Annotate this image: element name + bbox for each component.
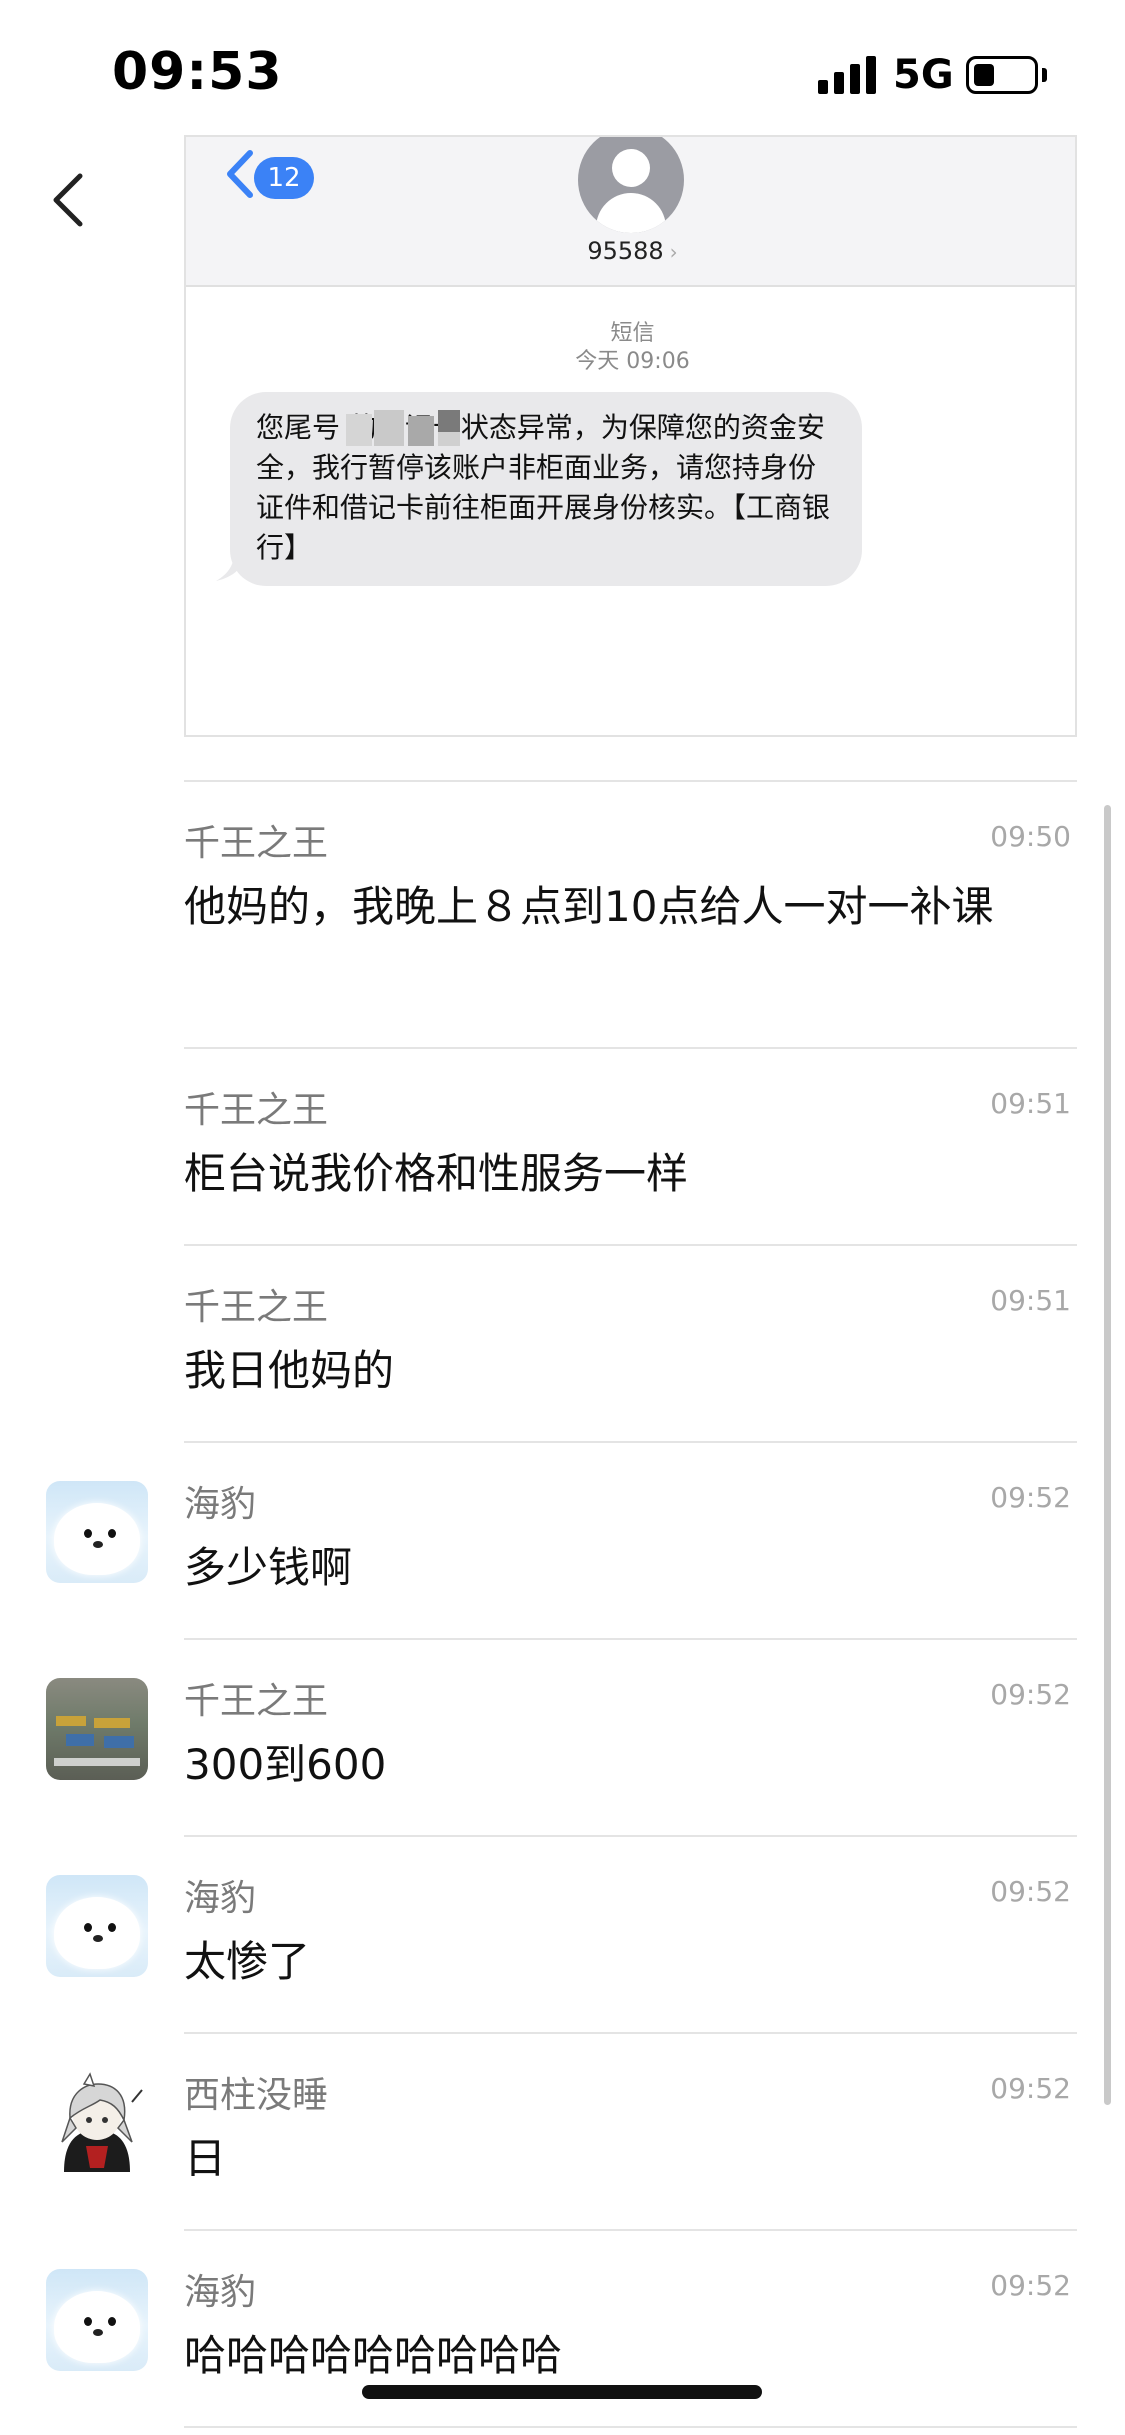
message-content: 哈哈哈哈哈哈哈哈哈 xyxy=(184,2331,563,2380)
sms-message-text: 您尾号 的借记卡状态异常，为保障您的资金安全，我行暂停该账户非柜面业务，请您持身… xyxy=(256,411,831,564)
sms-header: 12 95588 › xyxy=(186,137,1075,287)
chat-message[interactable]: 千王之王 09:51 柜台说我价格和性服务一样 xyxy=(0,1047,1125,1244)
message-sender: 海豹 xyxy=(184,1878,257,1919)
message-content: 柜台说我价格和性服务一样 xyxy=(184,1149,689,1198)
chevron-right-icon: › xyxy=(669,240,678,264)
message-sender: 海豹 xyxy=(184,2272,257,2313)
cellular-signal-icon xyxy=(818,56,878,94)
contact-avatar-icon xyxy=(578,137,684,233)
message-time: 09:52 xyxy=(990,1481,1071,1514)
message-time: 09:52 xyxy=(990,2072,1071,2105)
photo-avatar[interactable] xyxy=(46,1678,148,1780)
redaction-mosaic xyxy=(346,408,476,450)
sms-sender-number: 95588 › xyxy=(186,237,1075,265)
message-divider xyxy=(184,780,1077,782)
sms-message-bubble: 您尾号 的借记卡状态异常，为保障您的资金安全，我行暂停该账户非柜面业务，请您持身… xyxy=(230,392,862,586)
message-divider xyxy=(184,2426,1077,2428)
message-divider xyxy=(184,1244,1077,1246)
battery-level xyxy=(974,64,994,86)
message-divider xyxy=(184,1441,1077,1443)
chat-message[interactable]: 千王之王 09:50 他妈的，我晚上８点到10点给人一对一补课 xyxy=(0,780,1125,977)
message-divider xyxy=(184,2229,1077,2231)
message-content: 太惨了 xyxy=(184,1937,311,1986)
message-sender: 海豹 xyxy=(184,1484,257,1525)
status-time: 09:53 xyxy=(112,42,283,102)
seal-avatar[interactable] xyxy=(46,2269,148,2371)
message-content: 多少钱啊 xyxy=(184,1543,353,1592)
message-sender: 千王之王 xyxy=(184,1090,329,1131)
battery-icon xyxy=(966,56,1038,94)
message-time: 09:51 xyxy=(990,1087,1071,1120)
message-content: 他妈的，我晚上８点到10点给人一对一补课 xyxy=(184,882,994,931)
home-indicator[interactable] xyxy=(362,2385,762,2399)
status-bar: 09:53 5G xyxy=(0,0,1125,140)
message-sender: 千王之王 xyxy=(184,1681,329,1722)
chat-message[interactable]: 千王之王 09:51 我日他妈的 xyxy=(0,1244,1125,1441)
message-sender: 千王之王 xyxy=(184,1287,329,1328)
message-content: 300到600 xyxy=(184,1740,387,1789)
chat-message[interactable]: 海豹 09:52 多少钱啊 xyxy=(0,1441,1125,1638)
message-content: 我日他妈的 xyxy=(184,1346,395,1395)
message-time: 09:51 xyxy=(990,1284,1071,1317)
network-type: 5G xyxy=(893,52,954,98)
chat-message[interactable]: 西柱没睡 09:52 日 xyxy=(0,2032,1125,2229)
battery-cap xyxy=(1042,68,1047,82)
message-divider xyxy=(184,1638,1077,1640)
message-divider xyxy=(184,1047,1077,1049)
sms-timestamp: 今天 09:06 xyxy=(575,349,690,374)
unread-badge: 12 xyxy=(254,157,314,199)
message-time: 09:52 xyxy=(990,1875,1071,1908)
message-divider xyxy=(184,1835,1077,1837)
seal-avatar[interactable] xyxy=(46,1481,148,1583)
chat-message[interactable]: 海豹 09:52 太惨了 xyxy=(0,1835,1125,2032)
seal-avatar[interactable] xyxy=(46,1875,148,1977)
message-time: 09:52 xyxy=(990,2269,1071,2302)
message-time: 09:52 xyxy=(990,1678,1071,1711)
message-content: 日 xyxy=(184,2134,227,2183)
chevron-left-icon[interactable] xyxy=(44,170,104,230)
message-sender: 千王之王 xyxy=(184,823,329,864)
anime-avatar[interactable] xyxy=(46,2072,148,2174)
scrollbar[interactable] xyxy=(1104,805,1111,2105)
chat-message[interactable]: 千王之王 09:52 300到600 xyxy=(0,1638,1125,1835)
message-time: 09:50 xyxy=(990,820,1071,853)
sms-sender-number-text: 95588 xyxy=(587,237,664,265)
sms-back-icon xyxy=(222,149,258,199)
message-sender: 西柱没睡 xyxy=(184,2075,329,2116)
message-divider xyxy=(184,2032,1077,2034)
sms-screenshot-image[interactable]: 12 95588 › 短信 今天 09:06 您尾号 的借记卡状态异常，为保障您的… xyxy=(184,135,1077,737)
